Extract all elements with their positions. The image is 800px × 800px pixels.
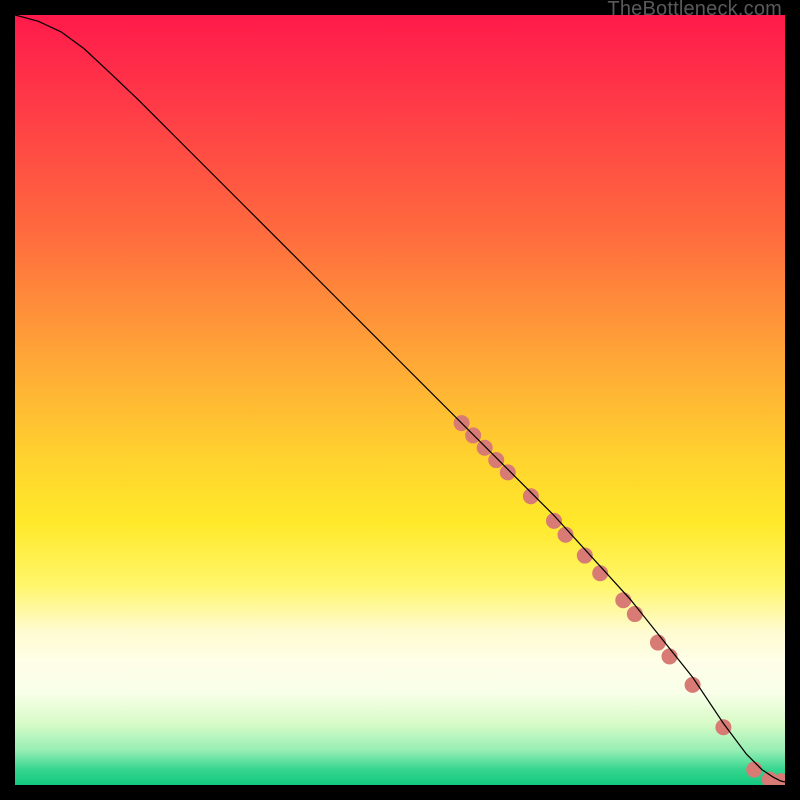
data-point <box>488 452 504 468</box>
data-point <box>523 488 539 504</box>
markers-group <box>454 415 785 785</box>
plot-area <box>15 15 785 785</box>
data-point <box>627 606 643 622</box>
data-point <box>746 762 762 778</box>
data-point <box>500 464 516 480</box>
data-point <box>477 440 493 456</box>
data-point <box>615 592 631 608</box>
chart-svg <box>15 15 785 785</box>
chart-container: TheBottleneck.com <box>0 0 800 800</box>
data-point <box>715 719 731 735</box>
data-point <box>661 648 677 664</box>
data-point <box>650 635 666 651</box>
bottleneck-curve <box>15 15 785 782</box>
